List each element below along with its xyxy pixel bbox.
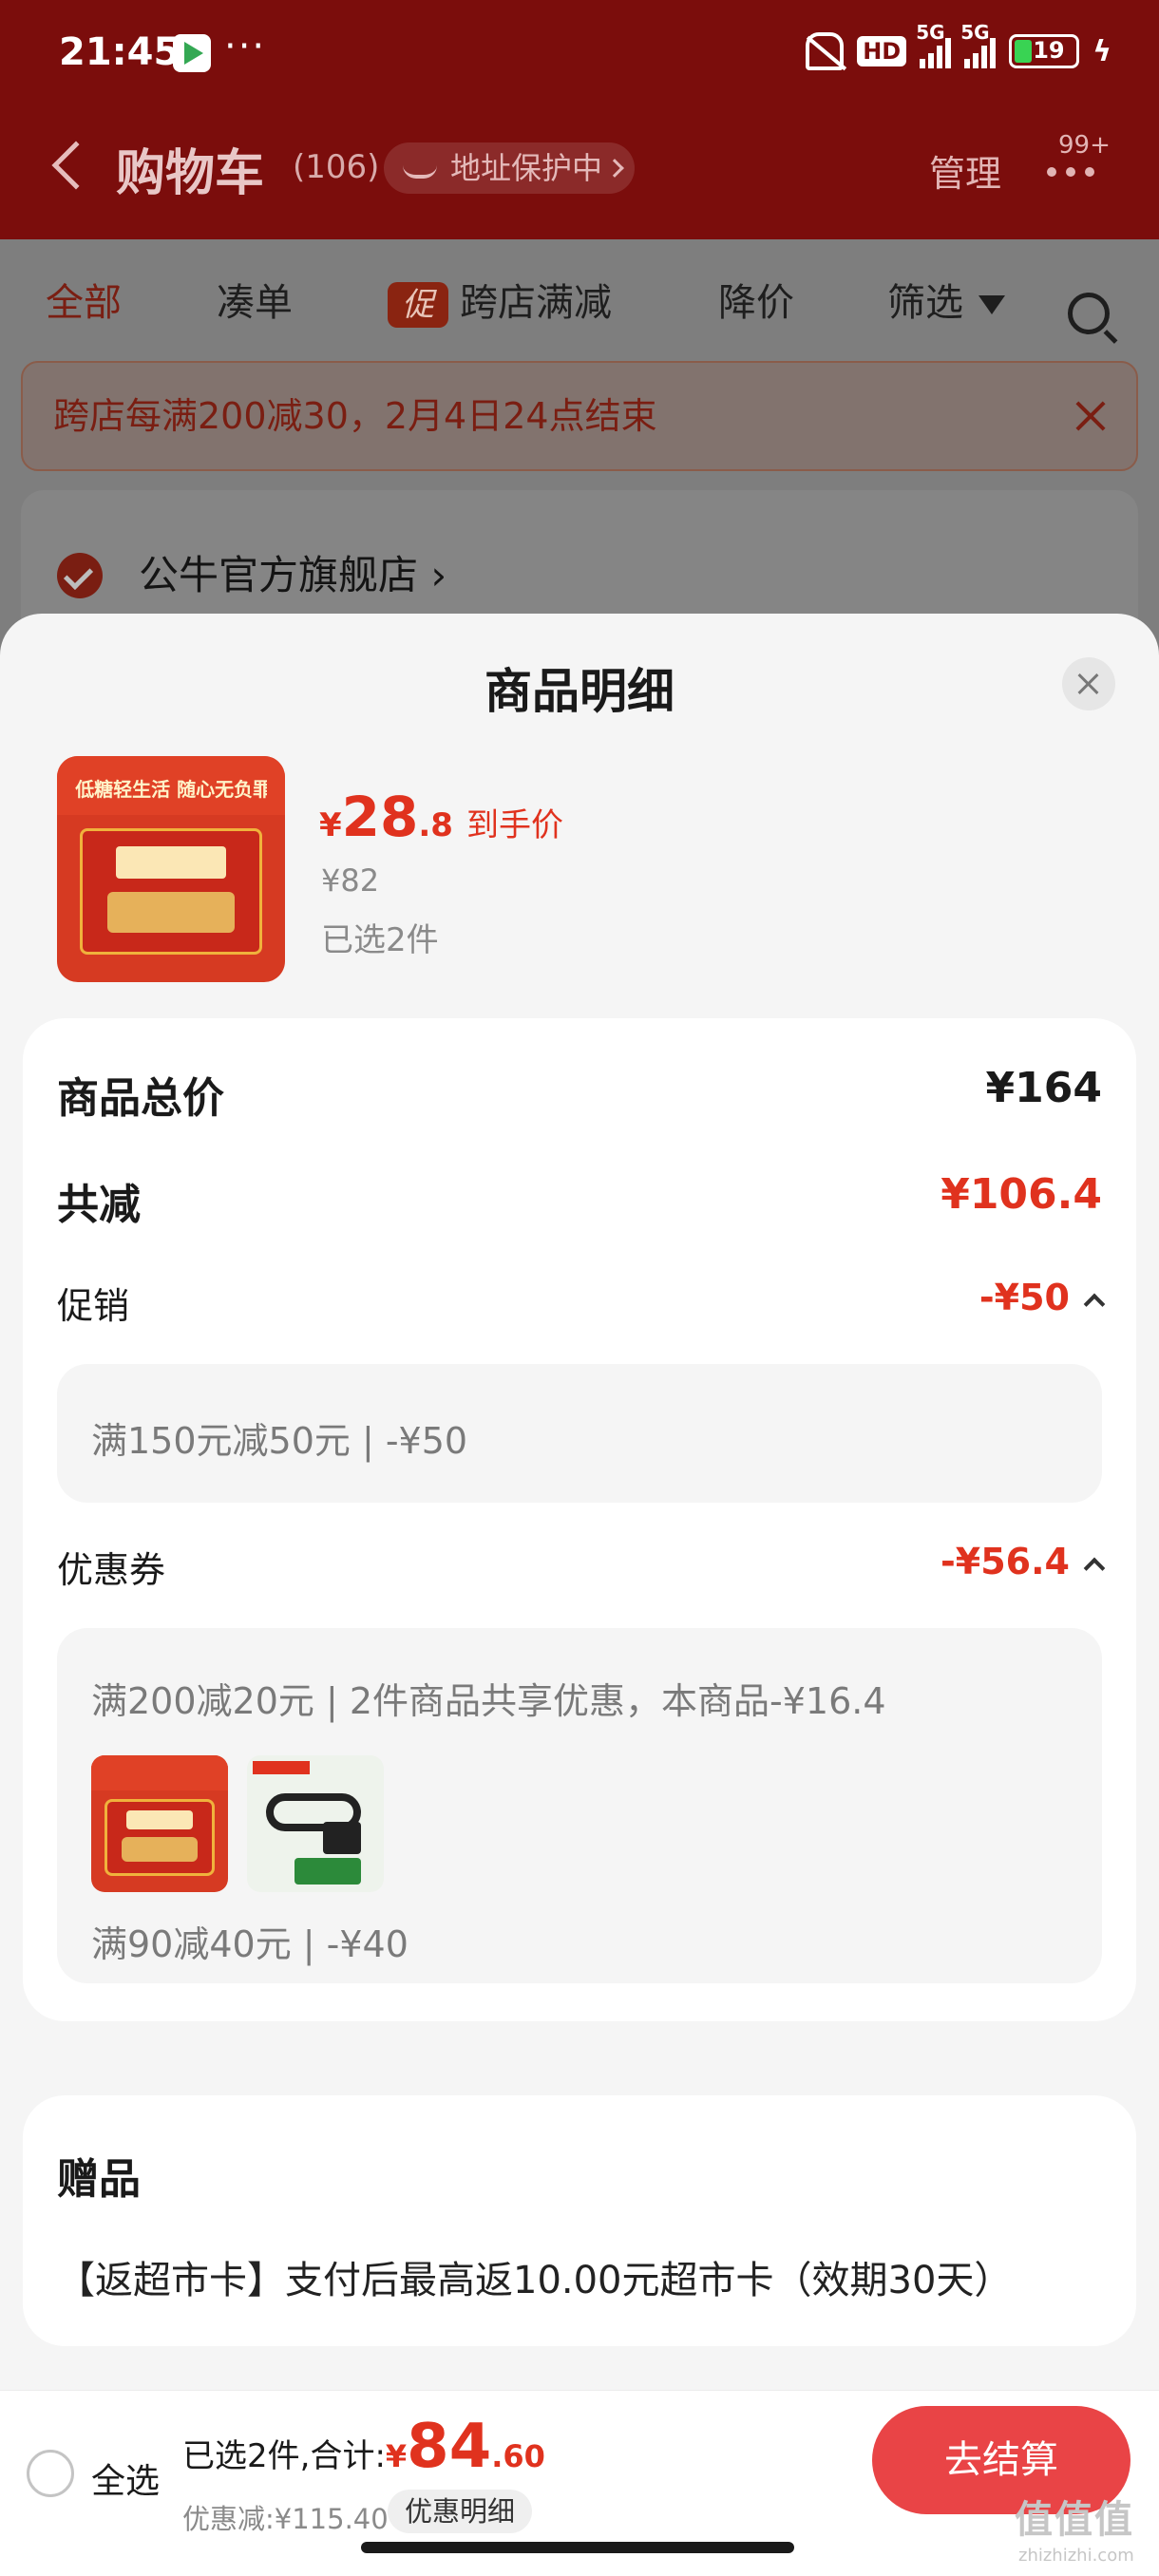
tab-bundle[interactable]: 凑单 xyxy=(217,272,293,327)
selected-count: 已选2件 xyxy=(321,921,439,959)
home-indicator[interactable] xyxy=(361,2542,794,2553)
chevron-up-icon xyxy=(1083,1293,1106,1315)
select-all-checkbox[interactable] xyxy=(27,2450,74,2497)
select-all-label[interactable]: 全选 xyxy=(91,2453,160,2503)
close-icon[interactable] xyxy=(1062,657,1115,710)
filter-tabs: 全部 凑单 促跨店满减 降价 筛选 xyxy=(0,262,1159,338)
discount-total: 优惠减:¥115.40 xyxy=(182,2503,389,2535)
total-prefix: 已选2件,合计: xyxy=(182,2437,386,2475)
coupon-value: -¥56.4 xyxy=(940,1541,1070,1582)
store-name[interactable]: 公牛官方旗舰店 › xyxy=(139,543,446,601)
notice-text: 跨店每满200减30，2月4日24点结束 xyxy=(53,395,657,437)
signal-icon-2: 5G xyxy=(960,21,997,68)
charging-icon: ϟ xyxy=(1092,34,1112,68)
shield-icon xyxy=(403,158,437,179)
coupon-detail-2: 满90减40元 | -¥40 xyxy=(91,1923,408,1965)
total-summary: 已选2件,合计:¥84.60 xyxy=(182,2412,545,2482)
status-bar: 21:45 ··· HD 5G 5G 19 ϟ xyxy=(0,0,1159,114)
watermark: 值值值 xyxy=(1015,2498,1134,2542)
nav-bar: 购物车 (106) 地址保护中 管理 99+ xyxy=(0,123,1159,218)
tab-price-drop[interactable]: 降价 xyxy=(718,272,794,327)
total-reduce-label: 共减 xyxy=(57,1181,141,1229)
tab-cross-store-label: 跨店满减 xyxy=(460,281,612,325)
product-detail-sheet: 商品明细 低糖轻生活 随心无负罪 ¥28.8 到手价 ¥82 已选2件 商品总价 … xyxy=(0,614,1159,2390)
battery-level: 19 xyxy=(1033,37,1065,64)
search-icon[interactable] xyxy=(1068,293,1110,334)
message-badge: 99+ xyxy=(1058,131,1111,160)
coupon-product-thumb-1[interactable] xyxy=(91,1755,228,1892)
gift-title: 赠品 xyxy=(57,2155,141,2204)
total-reduce-value: ¥106.4 xyxy=(940,1170,1102,1219)
top-header: 21:45 ··· HD 5G 5G 19 ϟ 购物车 (106) 地址保护中 … xyxy=(0,0,1159,239)
coupon-toggle[interactable]: -¥56.4 xyxy=(940,1541,1106,1582)
more-icon[interactable] xyxy=(1047,167,1094,177)
sheet-title: 商品明细 xyxy=(484,664,674,719)
discount-detail-button[interactable]: 优惠明细 xyxy=(388,2490,533,2533)
watermark-url: zhizhizhi.com xyxy=(1018,2546,1134,2566)
total-price-value: ¥164 xyxy=(985,1064,1102,1112)
total-amount: 84 xyxy=(407,2412,492,2482)
total-price-label: 商品总价 xyxy=(57,1074,224,1123)
original-price: ¥82 xyxy=(321,862,380,899)
play-store-icon xyxy=(173,34,211,72)
price-breakdown-card: 商品总价 ¥164 共减 ¥106.4 促销 -¥50 满150元减50元 | … xyxy=(23,1018,1136,2021)
address-protection-badge[interactable]: 地址保护中 xyxy=(384,142,636,194)
gift-desc: 【返超市卡】支付后最高返10.00元超市卡（效期30天） xyxy=(57,2259,1013,2302)
more-notifications-icon: ··· xyxy=(224,25,267,68)
battery-icon: 19 xyxy=(1009,34,1080,68)
promo-notice-banner: 跨店每满200减30，2月4日24点结束 xyxy=(21,361,1138,471)
tab-filter[interactable]: 筛选 xyxy=(887,272,1005,327)
promo-label: 促销 xyxy=(57,1285,130,1327)
chevron-right-icon xyxy=(605,159,624,178)
tab-cross-store[interactable]: 促跨店满减 xyxy=(388,272,612,328)
gift-card: 赠品 【返超市卡】支付后最高返10.00元超市卡（效期30天） xyxy=(23,2095,1136,2346)
signal-icon: 5G xyxy=(916,21,952,68)
product-image: 低糖轻生活 随心无负罪 xyxy=(57,756,285,982)
final-price-tag: 到手价 xyxy=(466,806,563,844)
page-title: 购物车 xyxy=(116,145,265,202)
manage-button[interactable]: 管理 xyxy=(929,144,1001,197)
back-icon[interactable] xyxy=(51,141,101,190)
coupon-product-thumb-2[interactable] xyxy=(247,1755,384,1892)
final-price: ¥28.8 到手价 xyxy=(319,785,563,849)
store-checkbox[interactable] xyxy=(57,553,103,598)
tab-filter-label: 筛选 xyxy=(887,281,963,325)
status-time: 21:45 xyxy=(59,30,180,74)
coupon-detail-box: 满200减20元 | 2件商品共享优惠，本商品-¥16.4 满90减40元 | … xyxy=(57,1628,1102,1983)
chevron-up-icon xyxy=(1083,1557,1106,1579)
filter-icon xyxy=(978,295,1005,314)
coupon-label: 优惠券 xyxy=(57,1549,166,1591)
close-icon[interactable] xyxy=(1074,399,1108,433)
cart-count: (106) xyxy=(293,148,380,186)
coupon-detail-1: 满200减20元 | 2件商品共享优惠，本商品-¥16.4 xyxy=(91,1680,886,1722)
promo-value: -¥50 xyxy=(978,1277,1070,1318)
address-protection-label: 地址保护中 xyxy=(450,150,603,186)
product-image-text: 低糖轻生活 随心无负罪 xyxy=(75,778,267,802)
mute-bell-icon xyxy=(806,32,845,70)
promo-detail-box: 满150元减50元 | -¥50 xyxy=(57,1364,1102,1503)
promo-toggle[interactable]: -¥50 xyxy=(978,1277,1106,1318)
promo-detail: 满150元减50元 | -¥50 xyxy=(91,1420,468,1462)
cart-page-overlay: 全部 凑单 促跨店满减 降价 筛选 跨店每满200减30，2月4日24点结束 公… xyxy=(0,239,1159,718)
tab-all[interactable]: 全部 xyxy=(46,272,122,327)
promo-tag-icon: 促 xyxy=(388,282,448,328)
hd-icon: HD xyxy=(857,36,907,66)
status-icons: HD 5G 5G 19 ϟ xyxy=(806,21,1112,70)
